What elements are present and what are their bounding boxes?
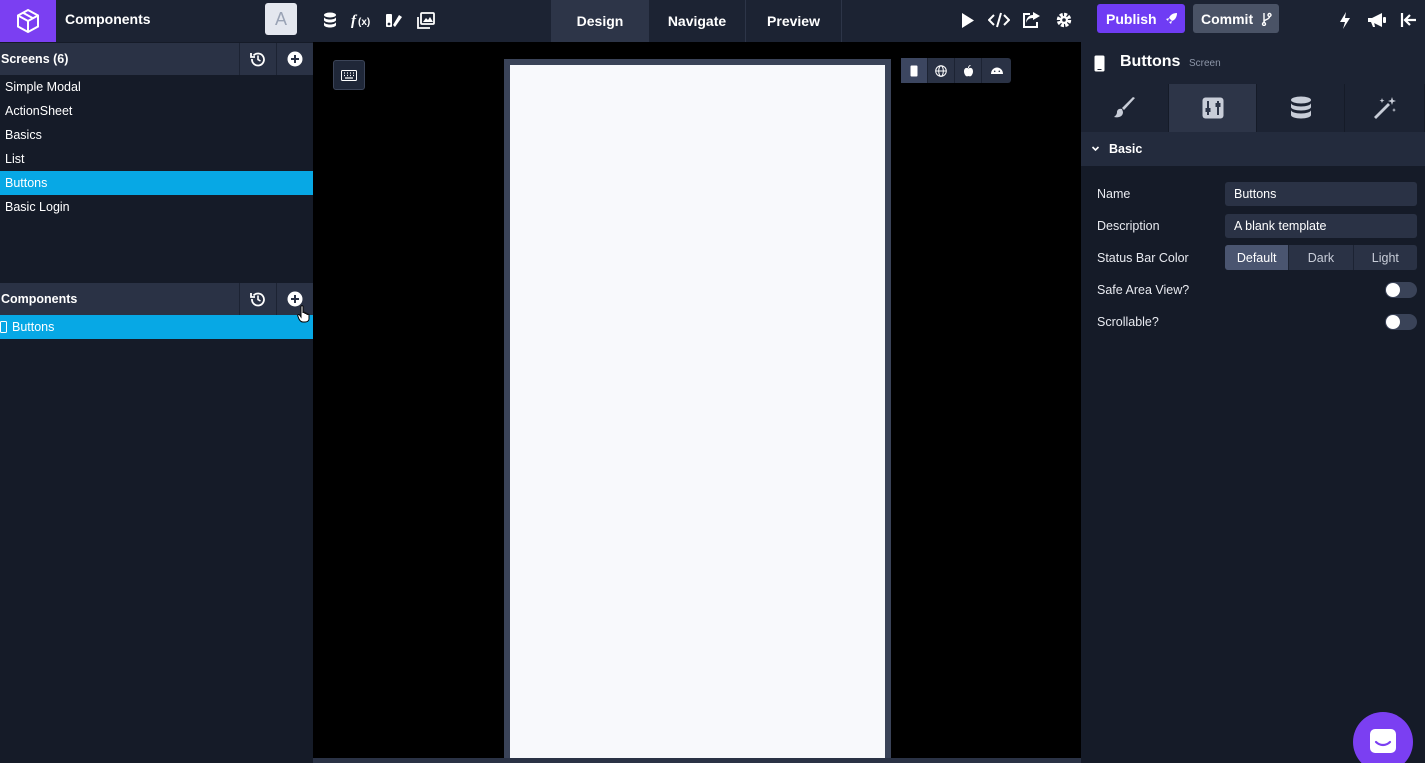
support-chat-button[interactable] — [1353, 712, 1413, 763]
name-field[interactable]: Buttons — [1225, 182, 1417, 206]
chevron-down-icon — [1091, 146, 1100, 152]
device-android-button[interactable] — [982, 58, 1011, 83]
name-label: Name — [1097, 187, 1131, 201]
description-label: Description — [1097, 219, 1160, 233]
commit-button[interactable]: Commit — [1193, 4, 1279, 33]
apple-icon — [963, 64, 973, 76]
svg-text:f: f — [351, 13, 358, 29]
history-icon — [250, 52, 265, 67]
safe-area-toggle[interactable] — [1385, 282, 1417, 298]
device-selector — [901, 58, 1011, 83]
screen-item-basic-login[interactable]: Basic Login — [0, 195, 313, 219]
component-phone-icon — [0, 321, 7, 333]
hand-cursor-icon — [297, 305, 310, 323]
share-icon[interactable] — [1021, 10, 1043, 30]
publish-button[interactable]: Publish — [1097, 4, 1185, 33]
database-icon[interactable] — [319, 10, 341, 30]
inspector-title: Buttons — [1120, 53, 1181, 70]
keyboard-icon — [341, 69, 357, 81]
plus-circle-icon — [287, 51, 303, 67]
components-title: Components — [1, 292, 78, 306]
phone-screen-preview[interactable] — [510, 65, 885, 763]
tab-preview[interactable]: Preview — [745, 0, 842, 42]
device-web-button[interactable] — [928, 58, 955, 83]
magic-wand-icon — [1373, 97, 1396, 119]
history-icon — [250, 292, 265, 307]
component-item-label: Buttons — [12, 320, 55, 334]
mobile-icon — [910, 65, 918, 76]
safe-area-label: Safe Area View? — [1097, 283, 1190, 297]
cube-logo-icon — [17, 8, 39, 34]
basic-section-title: Basic — [1109, 142, 1143, 156]
project-title: Components — [65, 11, 151, 27]
commit-label: Commit — [1201, 10, 1254, 27]
inspector-subtitle: Screen — [1189, 58, 1221, 69]
screens-history-button[interactable] — [239, 43, 276, 75]
device-ios-button[interactable] — [955, 58, 982, 83]
android-icon — [990, 67, 1003, 74]
theme-palette-icon[interactable] — [383, 10, 405, 30]
scrollable-label: Scrollable? — [1097, 315, 1159, 329]
code-icon[interactable] — [988, 10, 1010, 30]
screen-phone-icon — [1094, 55, 1105, 72]
components-header: Components — [0, 283, 313, 315]
user-avatar[interactable]: A — [265, 3, 297, 35]
media-gallery-icon[interactable] — [415, 10, 437, 30]
keyboard-toggle-button[interactable] — [333, 60, 365, 90]
add-screen-button[interactable] — [276, 43, 313, 75]
chat-icon — [1370, 729, 1396, 753]
rocket-icon — [1165, 13, 1177, 24]
status-bar-dark-option[interactable]: Dark — [1289, 245, 1354, 270]
publish-label: Publish — [1106, 10, 1157, 27]
play-icon[interactable] — [956, 10, 978, 30]
screen-item-basics[interactable]: Basics — [0, 123, 313, 147]
description-field[interactable]: A blank template — [1225, 214, 1417, 238]
components-history-button[interactable] — [239, 283, 276, 315]
megaphone-icon[interactable] — [1366, 10, 1388, 30]
screens-header: Screens (6) — [0, 43, 313, 75]
status-bar-color-selector: Default Dark Light — [1225, 245, 1417, 270]
paintbrush-icon — [1113, 97, 1135, 118]
status-bar-default-option[interactable]: Default — [1225, 245, 1290, 270]
status-bar-light-option[interactable]: Light — [1354, 245, 1417, 270]
screen-item-buttons[interactable]: Buttons — [0, 171, 313, 195]
tab-style[interactable] — [1081, 84, 1169, 132]
tab-navigate[interactable]: Navigate — [648, 0, 745, 42]
tab-properties[interactable] — [1169, 84, 1257, 132]
component-item-buttons[interactable]: Buttons — [0, 315, 313, 339]
git-branch-icon — [1261, 12, 1272, 26]
screen-item-list[interactable]: List — [0, 147, 313, 171]
database-icon — [1290, 96, 1311, 119]
screens-title: Screens (6) — [1, 52, 69, 66]
collapse-panel-icon[interactable] — [1398, 10, 1420, 30]
status-bar-color-label: Status Bar Color — [1097, 251, 1189, 265]
tab-data[interactable] — [1257, 84, 1345, 132]
lightning-icon[interactable] — [1334, 10, 1356, 30]
settings-gear-icon[interactable] — [1053, 10, 1075, 30]
sliders-icon — [1202, 97, 1223, 119]
screen-item-simple-modal[interactable]: Simple Modal — [0, 75, 313, 99]
device-mobile-button[interactable] — [901, 58, 928, 83]
tab-magic[interactable] — [1345, 84, 1425, 132]
scrollable-toggle[interactable] — [1385, 314, 1417, 330]
function-icon[interactable]: f (x) — [350, 10, 374, 30]
tab-design[interactable]: Design — [551, 0, 648, 42]
canvas-scrollbar[interactable] — [313, 758, 1081, 763]
screen-item-actionsheet[interactable]: ActionSheet — [0, 99, 313, 123]
svg-text:(x): (x) — [358, 17, 370, 28]
globe-icon — [935, 64, 947, 77]
app-logo[interactable] — [0, 0, 56, 42]
